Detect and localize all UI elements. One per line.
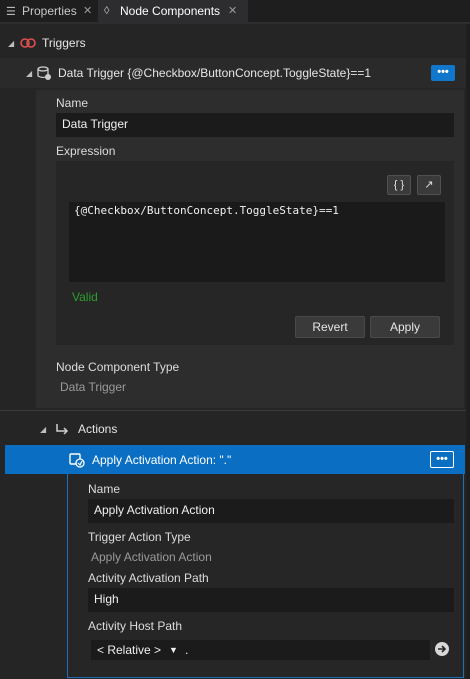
host-path-dropdown[interactable]: < Relative > ▼	[91, 640, 185, 660]
data-trigger-menu-button[interactable]: •••	[431, 65, 455, 81]
expand-editor-button[interactable]: ↗	[417, 175, 441, 195]
chevron-down-icon: ▼	[169, 645, 178, 655]
triggers-row[interactable]: ◢ Triggers	[8, 34, 86, 52]
chevron-down-icon[interactable]: ◢	[26, 69, 36, 78]
activity-host-path-label: Activity Host Path	[88, 619, 183, 633]
trigger-action-type-label: Trigger Action Type	[88, 530, 191, 544]
apply-action-menu-button[interactable]: •••	[430, 451, 454, 468]
scrollbar[interactable]	[466, 24, 470, 679]
apply-action-row[interactable]: Apply Activation Action: "."	[68, 451, 231, 469]
host-path-field[interactable]: .	[185, 640, 430, 660]
trigger-action-type-value: Apply Activation Action	[91, 550, 212, 564]
chevron-down-icon[interactable]: ◢	[40, 425, 50, 434]
expression-input[interactable]: {@Checkbox/ButtonConcept.ToggleState}==1	[69, 202, 445, 282]
node-component-type-value: Data Trigger	[60, 380, 127, 394]
actions-row[interactable]: ◢ Actions	[40, 420, 117, 438]
data-trigger-row[interactable]: ◢ Data Trigger {@Checkbox/ButtonConcept.…	[26, 64, 371, 82]
apply-button[interactable]: Apply	[370, 316, 440, 338]
data-trigger-icon	[37, 66, 51, 80]
tab-bar: ☰ Properties ✕ ◊ Node Components ✕	[0, 0, 470, 22]
close-icon[interactable]: ✕	[83, 4, 92, 17]
actions-label: Actions	[78, 422, 118, 436]
revert-button[interactable]: Revert	[295, 316, 365, 338]
node-component-type-label: Node Component Type	[56, 360, 180, 374]
validation-status: Valid	[72, 290, 98, 304]
trigger-icon	[20, 38, 36, 48]
chevron-down-icon[interactable]: ◢	[8, 39, 18, 48]
navigate-arrow-icon[interactable]	[434, 641, 450, 657]
apply-action-title: Apply Activation Action: "."	[92, 453, 232, 467]
triggers-label: Triggers	[42, 36, 86, 50]
node-components-icon: ◊	[104, 5, 110, 17]
tab-properties[interactable]: ☰ Properties ✕	[0, 0, 102, 22]
actions-icon	[56, 424, 69, 435]
activity-activation-path-field[interactable]: High	[88, 588, 454, 612]
data-trigger-title: Data Trigger {@Checkbox/ButtonConcept.To…	[58, 66, 372, 80]
action-name-field[interactable]: Apply Activation Action	[88, 499, 454, 523]
close-icon[interactable]: ✕	[228, 4, 237, 17]
name-label: Name	[56, 96, 89, 110]
tab-underline	[0, 22, 470, 24]
expression-label: Expression	[56, 144, 116, 158]
tab-node-components[interactable]: ◊ Node Components ✕	[98, 0, 248, 22]
properties-icon: ☰	[6, 5, 16, 18]
action-name-label: Name	[88, 482, 121, 496]
activation-action-icon	[69, 453, 85, 468]
insert-binding-button[interactable]: { }	[387, 175, 411, 195]
name-field[interactable]: Data Trigger	[56, 113, 454, 137]
divider	[0, 410, 470, 411]
tab-properties-label: Properties	[22, 4, 77, 18]
activity-activation-path-label: Activity Activation Path	[88, 571, 209, 585]
host-path-dropdown-label: < Relative >	[97, 643, 162, 657]
tab-node-components-label: Node Components	[120, 4, 221, 18]
